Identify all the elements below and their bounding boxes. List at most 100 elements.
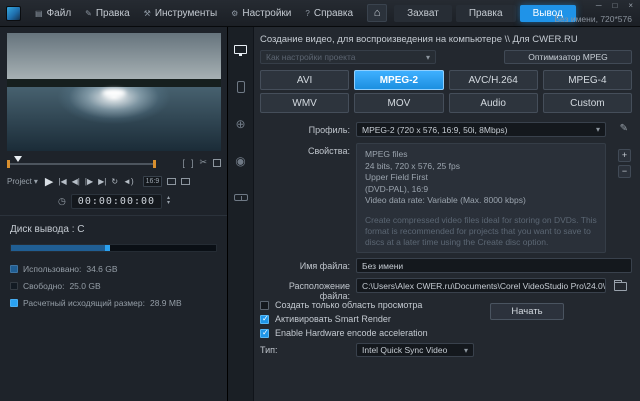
format-wmv-button[interactable]: WMV (260, 93, 349, 113)
property-line: (DVD-PAL), 16:9 (365, 184, 597, 196)
timecode-value[interactable]: 00:00:00:00 (71, 194, 162, 209)
encoder-type-dropdown[interactable]: Intel Quick Sync Video ▾ (356, 343, 474, 357)
timecode-down-icon: ▾ (167, 201, 170, 206)
mpeg-optimizer-button[interactable]: Оптимизатор MPEG (504, 50, 632, 64)
chevron-down-icon: ▾ (596, 125, 600, 134)
share-content: Создание видео, для воспроизведения на к… (260, 27, 632, 401)
property-line: MPEG files (365, 149, 597, 161)
menu-tools[interactable]: ⚒Инструменты (137, 0, 225, 26)
target-computer[interactable] (234, 43, 247, 56)
menu-settings[interactable]: ⚙Настройки (224, 0, 298, 26)
full-screen-icon[interactable] (181, 178, 190, 185)
title-bar: ▤Файл ✎Правка ⚒Инструменты ⚙Настройки ?С… (0, 0, 640, 27)
chevron-down-icon: ▾ (426, 53, 430, 62)
minimize-button[interactable]: ─ (596, 1, 602, 10)
play-button[interactable]: ▶ (45, 175, 53, 188)
add-profile-button[interactable]: + (618, 149, 631, 162)
preview-range-label: Создать только область просмотра (275, 300, 422, 310)
playhead-marker[interactable] (14, 156, 22, 162)
go-end-button[interactable]: ▶| (98, 177, 106, 186)
tab-capture[interactable]: Захват (394, 5, 452, 22)
share-header-text: Создание видео, для воспроизведения на к… (260, 34, 578, 45)
format-avc-h264-button[interactable]: AVC/H.264 (449, 70, 538, 90)
trim-bar: [ ] ✂ (7, 155, 221, 169)
trim-tools: [ ] ✂ (182, 157, 221, 168)
target-disc[interactable]: ◉ (235, 154, 245, 167)
format-mov-button[interactable]: MOV (354, 93, 443, 113)
menu-tools-label: Инструменты (155, 8, 217, 19)
remove-profile-button[interactable]: − (618, 165, 631, 178)
output-disk-title: Диск вывода : C (10, 224, 217, 235)
mark-out-icon[interactable]: ] (191, 158, 194, 168)
filename-input[interactable]: Без имени (356, 258, 632, 273)
chevron-down-icon: ▾ (34, 177, 38, 186)
file-location-row: Расположение файла: C:\Users\Alex CWER.r… (260, 278, 632, 293)
disk-used-segment (11, 245, 105, 251)
preview-sky (7, 33, 221, 81)
profile-row: Профиль: MPEG-2 (720 x 576, 16:9, 50i, 8… (260, 122, 632, 137)
timecode-row: ◷ 00:00:00:00 ▴ ▾ (7, 193, 221, 209)
hardware-acceleration-label: Enable Hardware encode acceleration (275, 328, 428, 338)
maximize-button[interactable]: □ (612, 1, 617, 10)
playback-mode-selector[interactable]: Project ▾ (7, 177, 38, 186)
next-frame-button[interactable]: |▶ (85, 177, 93, 186)
format-custom-button[interactable]: Custom (543, 93, 632, 113)
edit-icon: ✎ (85, 9, 92, 18)
free-value: 25.0 GB (69, 281, 100, 291)
format-mpeg4-button[interactable]: MPEG-4 (543, 70, 632, 90)
go-start-button[interactable]: |◀ (58, 177, 66, 186)
menu-file[interactable]: ▤Файл (28, 0, 78, 26)
help-icon: ? (305, 9, 309, 18)
enlarge-preview-icon[interactable] (213, 159, 221, 167)
profile-value: MPEG-2 (720 x 576, 16:9, 50i, 8Mbps) (362, 125, 508, 135)
project-format-value: Как настройки проекта (266, 52, 355, 62)
format-avi-button[interactable]: AVI (260, 70, 349, 90)
estimated-label: Расчетный исходящий размер: (23, 298, 145, 308)
option-preview-range[interactable]: Создать только область просмотра (260, 298, 428, 312)
free-swatch (10, 282, 18, 290)
option-hardware-acceleration[interactable]: Enable Hardware encode acceleration (260, 326, 428, 340)
format-mpeg2-button[interactable]: MPEG-2 (354, 70, 443, 90)
preview-range-checkbox[interactable] (260, 301, 269, 310)
top-controls-row: Как настройки проекта ▾ Оптимизатор MPEG (260, 50, 632, 64)
close-button[interactable]: × (628, 1, 633, 10)
volume-button[interactable]: ◄) (123, 177, 134, 186)
scrub-track[interactable] (10, 163, 153, 165)
video-preview[interactable] (7, 33, 221, 151)
share-target-strip: ⊕ ◉ (228, 27, 254, 401)
target-device[interactable] (237, 80, 245, 93)
format-audio-button[interactable]: Audio (449, 93, 538, 113)
smart-render-checkbox[interactable] (260, 315, 269, 324)
profile-add-remove: + − (618, 149, 631, 178)
encoder-type-label: Тип: (260, 345, 278, 355)
home-button[interactable]: ⌂ (367, 4, 387, 22)
format-description: Create compressed video files ideal for … (365, 215, 597, 248)
start-button[interactable]: Начать (490, 303, 564, 320)
trim-end-handle[interactable] (153, 160, 156, 168)
legend-used: Использовано: 34.6 GB (10, 264, 217, 274)
split-clip-icon[interactable]: ✂ (199, 157, 207, 168)
menu-help-label: Справка (314, 8, 353, 19)
project-format-dropdown[interactable]: Как настройки проекта ▾ (260, 50, 436, 64)
option-smart-render[interactable]: Активировать Smart Render (260, 312, 428, 326)
mark-in-icon[interactable]: [ (182, 158, 185, 168)
repeat-button[interactable]: ↻ (111, 177, 118, 186)
tab-edit[interactable]: Правка (456, 5, 516, 22)
safe-area-icon[interactable] (167, 178, 176, 185)
project-status-text: Без имени, 720*576 (554, 14, 632, 24)
estimated-value: 28.9 MB (150, 298, 182, 308)
profile-dropdown[interactable]: MPEG-2 (720 x 576, 16:9, 50i, 8Mbps) ▾ (356, 122, 606, 137)
disc-icon: ◉ (235, 154, 245, 168)
file-location-input[interactable]: C:\Users\Alex CWER.ru\Documents\Corel Vi… (356, 278, 606, 293)
timecode-steppers[interactable]: ▴ ▾ (167, 196, 170, 206)
edit-profile-icon[interactable]: ✎ (620, 123, 628, 134)
target-web[interactable]: ⊕ (235, 117, 245, 130)
disk-output-segment (105, 245, 110, 251)
target-3d-movie[interactable] (234, 191, 248, 204)
previous-frame-button[interactable]: ◀| (72, 177, 80, 186)
hardware-acceleration-checkbox[interactable] (260, 329, 269, 338)
menu-help[interactable]: ? Справка (298, 0, 360, 26)
browse-folder-icon[interactable] (614, 282, 627, 291)
menu-file-label: Файл (47, 8, 72, 19)
menu-edit[interactable]: ✎Правка (78, 0, 136, 26)
